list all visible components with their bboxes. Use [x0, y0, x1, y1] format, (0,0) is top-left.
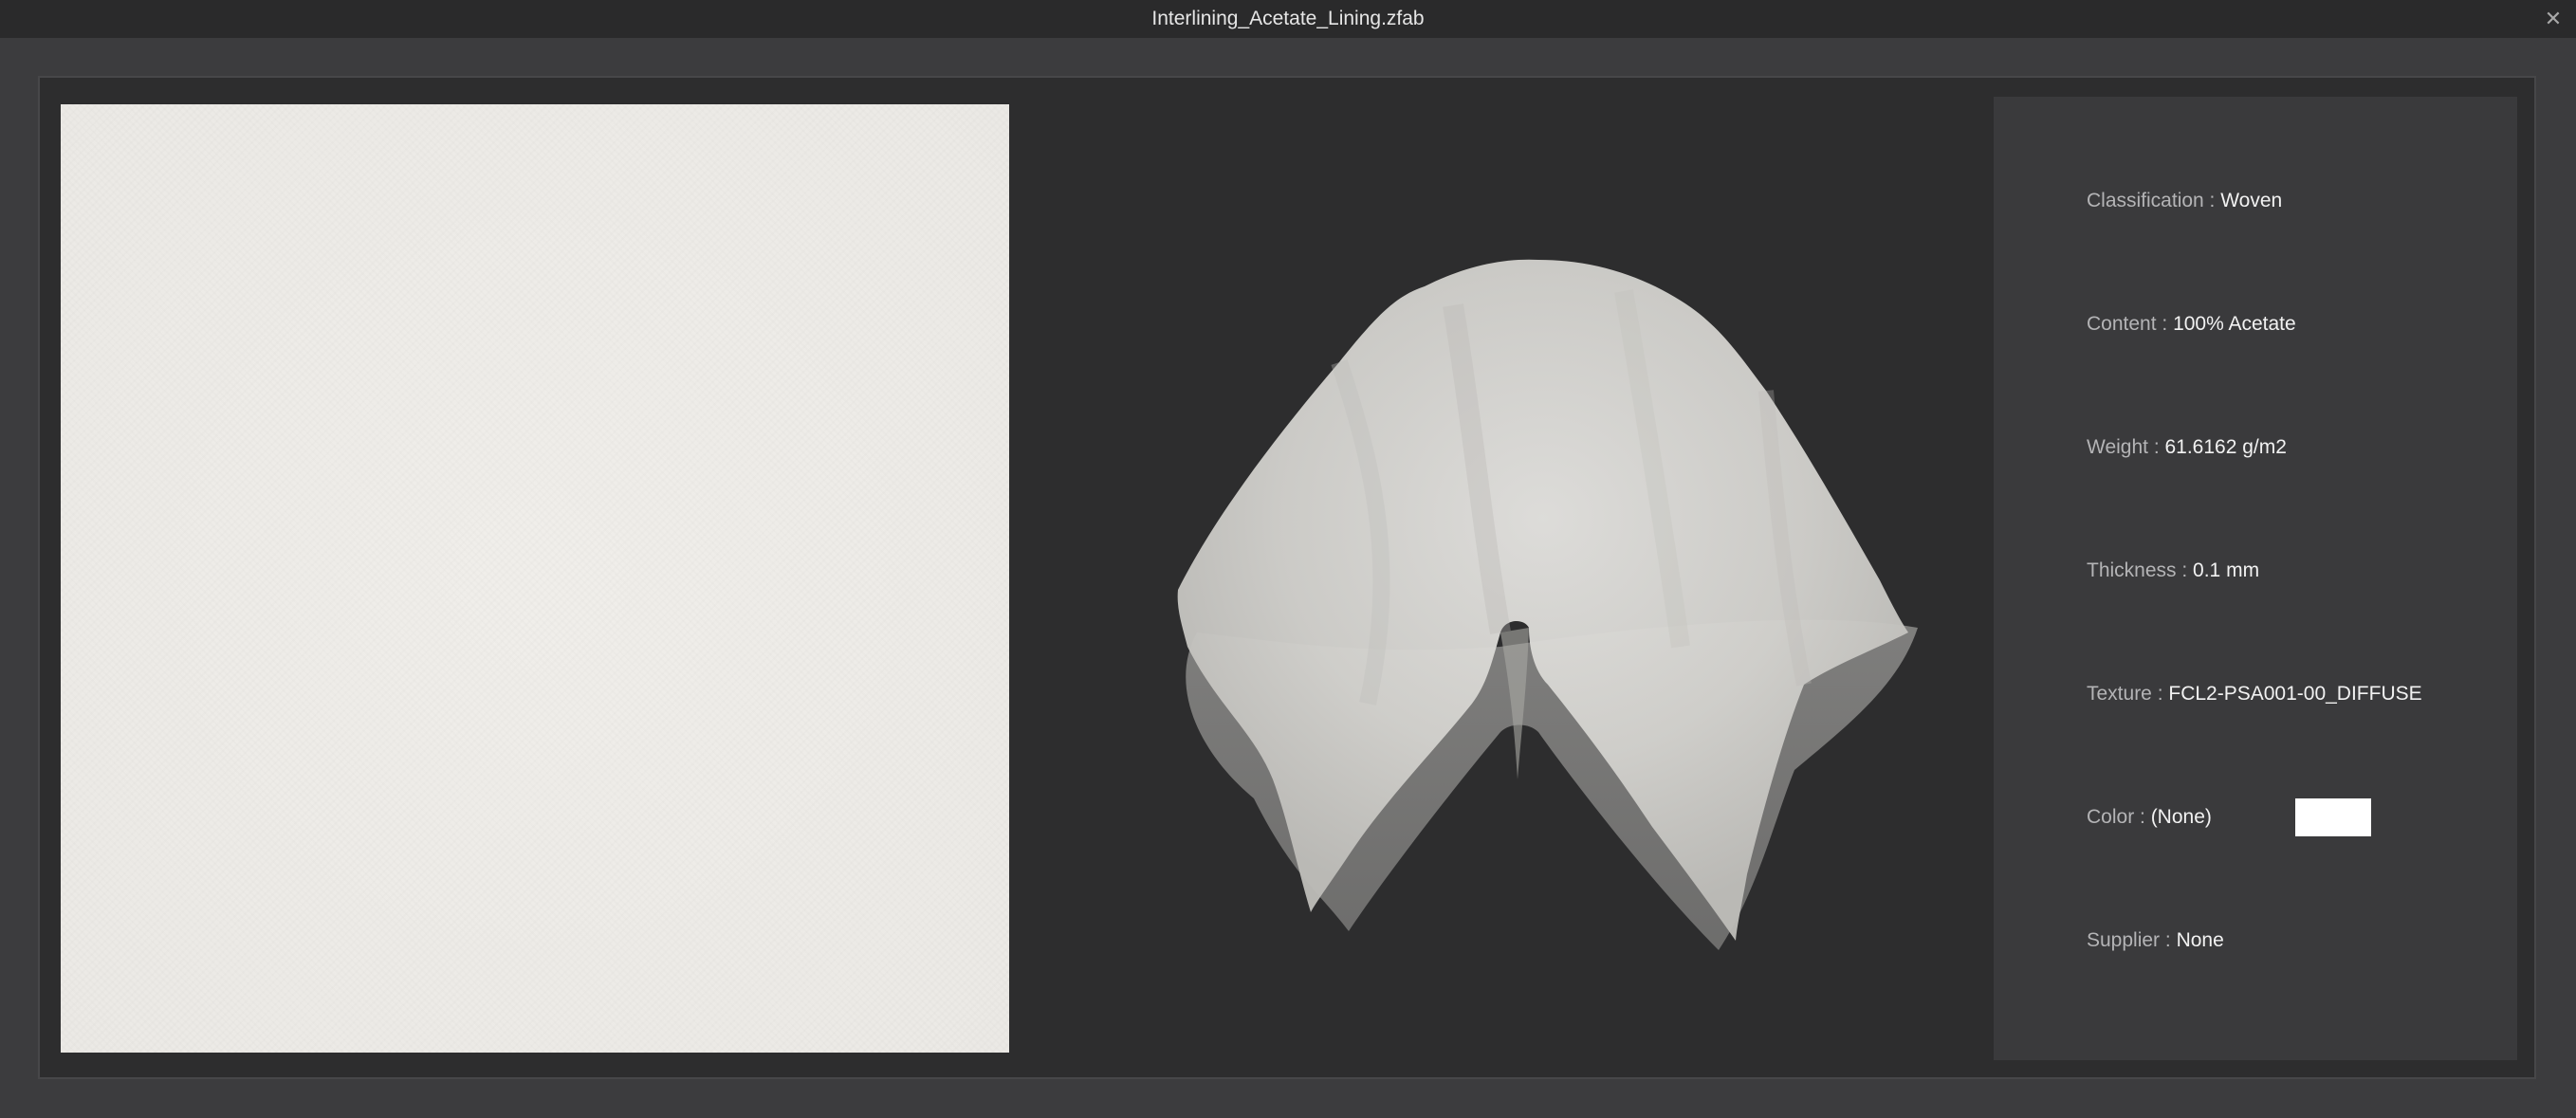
weight-row: Weight : 61.6162 g/m2	[2087, 429, 2287, 467]
supplier-row: Supplier : None	[2087, 922, 2224, 960]
viewer-content: Classification : Woven Content : 100% Ac…	[38, 76, 2536, 1079]
classification-row: Classification : Woven	[2087, 182, 2282, 220]
content-label: Content :	[2087, 313, 2174, 335]
content-row: Content : 100% Acetate	[2087, 305, 2296, 343]
supplier-label: Supplier :	[2087, 929, 2177, 951]
texture-label: Texture :	[2087, 683, 2169, 705]
content-value: 100% Acetate	[2173, 313, 2296, 335]
title-bar: Interlining_Acetate_Lining.zfab ✕	[0, 0, 2576, 38]
window-title: Interlining_Acetate_Lining.zfab	[1151, 8, 1425, 29]
thickness-value: 0.1 mm	[2193, 559, 2260, 581]
fabric-swatch	[61, 104, 1009, 1053]
color-row: Color : (None)	[2087, 798, 2466, 836]
fabric-drape-preview[interactable]	[1055, 116, 1984, 1045]
fabric-info-panel: Classification : Woven Content : 100% Ac…	[1994, 97, 2517, 1060]
classification-value: Woven	[2220, 190, 2283, 211]
weight-label: Weight :	[2087, 436, 2165, 458]
thickness-row: Thickness : 0.1 mm	[2087, 552, 2259, 590]
color-swatch[interactable]	[2295, 798, 2371, 836]
classification-label: Classification :	[2087, 190, 2221, 211]
color-label: Color :	[2087, 806, 2151, 828]
texture-row: Texture : FCL2-PSA001-00_DIFFUSE	[2087, 675, 2422, 713]
color-value: (None)	[2150, 806, 2212, 828]
fabric-viewer-window: Interlining_Acetate_Lining.zfab ✕ Classi…	[0, 0, 2576, 1118]
texture-value: FCL2-PSA001-00_DIFFUSE	[2168, 683, 2422, 705]
weight-value: 61.6162 g/m2	[2164, 436, 2287, 458]
drape-illustration	[1177, 259, 1918, 950]
supplier-value: None	[2176, 929, 2224, 951]
thickness-label: Thickness :	[2087, 559, 2194, 581]
close-icon[interactable]: ✕	[2538, 4, 2568, 34]
